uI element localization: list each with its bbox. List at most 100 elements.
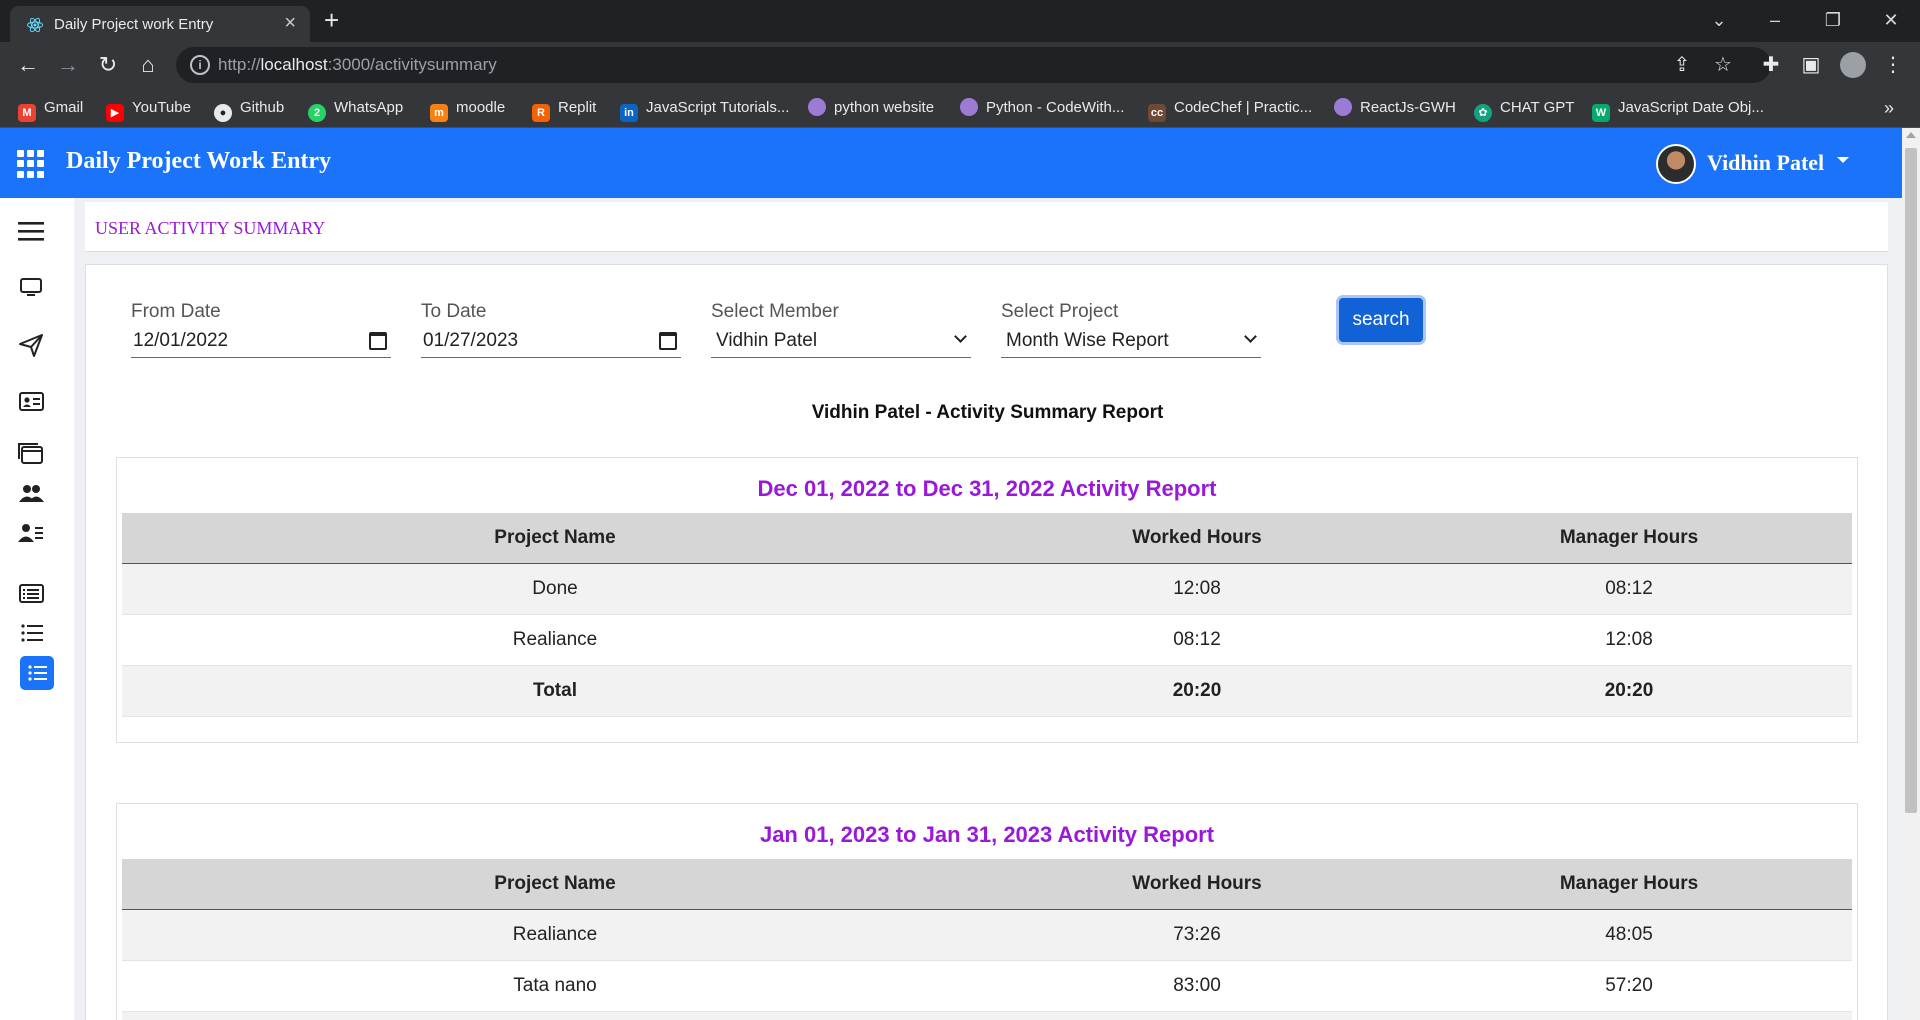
list-card-icon[interactable]: [14, 576, 48, 610]
minimize-icon[interactable]: –: [1760, 6, 1790, 34]
bookmark-python-website[interactable]: python website: [808, 96, 934, 120]
month-report-title: Jan 01, 2023 to Jan 31, 2023 Activity Re…: [759, 822, 1215, 847]
month-report-title: Dec 01, 2022 to Dec 31, 2022 Activity Re…: [757, 476, 1217, 501]
worked-hours-cell: 12:08: [988, 563, 1406, 615]
user-menu-name[interactable]: Vidhin Patel: [1707, 150, 1824, 176]
extensions-icon[interactable]: ✚: [1758, 52, 1784, 78]
bullet-list-icon[interactable]: [14, 616, 48, 650]
bookmark-star-icon[interactable]: ☆: [1710, 52, 1736, 78]
manager-hours-cell: 08:12: [1406, 563, 1852, 615]
gmail-icon: M: [18, 104, 36, 122]
bookmark-gmail[interactable]: M Gmail: [18, 96, 83, 122]
month-report-card: Dec 01, 2022 to Dec 31, 2022 Activity Re…: [116, 457, 1858, 743]
total-manager-cell: 20:20: [1406, 665, 1852, 717]
more-bookmarks-icon[interactable]: »: [1884, 96, 1894, 120]
apps-grid-icon[interactable]: [17, 150, 45, 178]
bookmarks-bar: M Gmail ▶ YouTube ● Github 2 WhatsApp m moodl…: [0, 88, 1920, 128]
react-icon: [27, 17, 43, 33]
caret-down-icon[interactable]: [1837, 157, 1849, 163]
column-header-worked: Worked Hours: [988, 513, 1406, 564]
github-icon: ●: [214, 104, 232, 122]
member-field: Select Member Vidhin Patel: [711, 301, 971, 358]
bookmark-youtube[interactable]: ▶ YouTube: [106, 96, 191, 122]
bookmark-python-codewith[interactable]: Python - CodeWith...: [960, 96, 1124, 120]
chatgpt-icon: ✿: [1474, 104, 1492, 122]
project-select[interactable]: Month Wise Report: [1001, 326, 1261, 358]
bookmark-javascript-tutorials[interactable]: in JavaScript Tutorials...: [620, 96, 789, 122]
bookmark-replit[interactable]: R Replit: [532, 96, 596, 122]
share-icon[interactable]: ⇪: [1669, 52, 1695, 78]
from-date-label: From Date: [131, 301, 221, 322]
bookmark-reactjs-gwh[interactable]: ReactJs-GWH: [1334, 96, 1456, 120]
forward-icon[interactable]: →: [54, 51, 82, 79]
w3schools-icon: W: [1592, 104, 1610, 122]
worked-hours-cell: [988, 1011, 1406, 1020]
bookmark-codechef[interactable]: cc CodeChef | Practic...: [1148, 96, 1312, 122]
send-icon[interactable]: [14, 328, 48, 362]
home-icon[interactable]: ⌂: [134, 51, 162, 79]
app-title: Daily Project Work Entry: [66, 148, 332, 174]
profile-avatar[interactable]: [1840, 52, 1866, 78]
page-title-bar: USER ACTIVITY SUMMARY: [85, 202, 1888, 252]
linkedin-icon: in: [620, 104, 638, 122]
codechef-icon: cc: [1148, 104, 1166, 122]
project-name-cell: Tata nano: [122, 960, 988, 1012]
person-list-icon[interactable]: [14, 516, 48, 550]
hamburger-menu-icon[interactable]: [14, 214, 48, 248]
codewithharry-icon: [960, 98, 978, 116]
table-row: Realiance 73:26 48:05: [122, 909, 1852, 961]
worked-hours-cell: 83:00: [988, 960, 1406, 1012]
member-select[interactable]: Vidhin Patel: [711, 326, 971, 358]
people-icon[interactable]: [14, 476, 48, 510]
bookmark-whatsapp[interactable]: 2 WhatsApp: [308, 96, 403, 122]
worked-hours-cell: 73:26: [988, 909, 1406, 961]
bookmark-chat-gpt[interactable]: ✿ CHAT GPT: [1474, 96, 1574, 122]
bookmark-github[interactable]: ● Github: [214, 96, 284, 122]
project-name-cell: [122, 1011, 988, 1020]
scroll-thumb[interactable]: [1905, 148, 1917, 813]
react-gwh-icon: [1334, 98, 1352, 116]
address-bar[interactable]: i http://localhost:3000/activitysummary: [176, 47, 1771, 83]
id-card-icon[interactable]: [14, 384, 48, 418]
table-row: Tata nano 83:00 57:20: [122, 960, 1852, 1012]
whatsapp-icon: 2: [308, 104, 326, 122]
activity-summary-card: From Date 12/01/2022 To Date 01/27/2023 …: [85, 264, 1888, 1020]
menu-kebab-icon[interactable]: ⋮: [1880, 52, 1906, 78]
restore-icon[interactable]: ❐: [1818, 6, 1848, 34]
new-tab-icon[interactable]: +: [324, 6, 339, 34]
search-button[interactable]: search: [1336, 295, 1426, 345]
back-icon[interactable]: ←: [14, 51, 42, 79]
from-date-input[interactable]: 12/01/2022: [131, 326, 391, 358]
browser-tab[interactable]: Daily Project work Entry ×: [10, 6, 310, 42]
browser-windows-icon[interactable]: [14, 436, 48, 470]
calendar-icon[interactable]: [369, 332, 387, 350]
reload-icon[interactable]: ↻: [94, 51, 122, 79]
site-info-icon[interactable]: i: [190, 55, 210, 75]
close-tab-icon[interactable]: ×: [284, 12, 296, 35]
bookmark-moodle[interactable]: m moodle: [430, 96, 505, 122]
avatar[interactable]: [1656, 144, 1696, 184]
activity-summary-list-icon[interactable]: [20, 656, 54, 690]
manager-hours-cell: [1406, 1011, 1852, 1020]
calendar-icon[interactable]: [659, 332, 677, 350]
table-total-row: Total 20:20 20:20: [122, 665, 1852, 717]
to-date-field: To Date 01/27/2023: [421, 301, 681, 358]
to-date-input[interactable]: 01/27/2023: [421, 326, 681, 358]
monitor-icon[interactable]: [14, 270, 48, 304]
moodle-icon: m: [430, 104, 448, 122]
tab-search-icon[interactable]: ⌄: [1704, 6, 1734, 34]
table-row: [122, 1011, 1852, 1020]
bookmark-javascript-date[interactable]: W JavaScript Date Obj...: [1592, 96, 1764, 122]
from-date-field: From Date 12/01/2022: [131, 301, 391, 358]
worked-hours-cell: 08:12: [988, 614, 1406, 666]
scroll-up-arrow-icon[interactable]: [1906, 132, 1916, 138]
page-scrollbar[interactable]: [1902, 128, 1920, 1020]
chevron-down-icon: [954, 330, 967, 343]
page-title: USER ACTIVITY SUMMARY: [95, 218, 326, 238]
app-header: Daily Project Work Entry Vidhin Patel: [0, 128, 1902, 198]
total-worked-cell: 20:20: [988, 665, 1406, 717]
close-window-icon[interactable]: ✕: [1876, 6, 1906, 34]
side-panel-icon[interactable]: ▣: [1798, 52, 1824, 78]
browser-tab-strip: Daily Project work Entry × + ⌄ – ❐ ✕: [0, 0, 1920, 42]
project-name-cell: Realiance: [122, 614, 988, 666]
